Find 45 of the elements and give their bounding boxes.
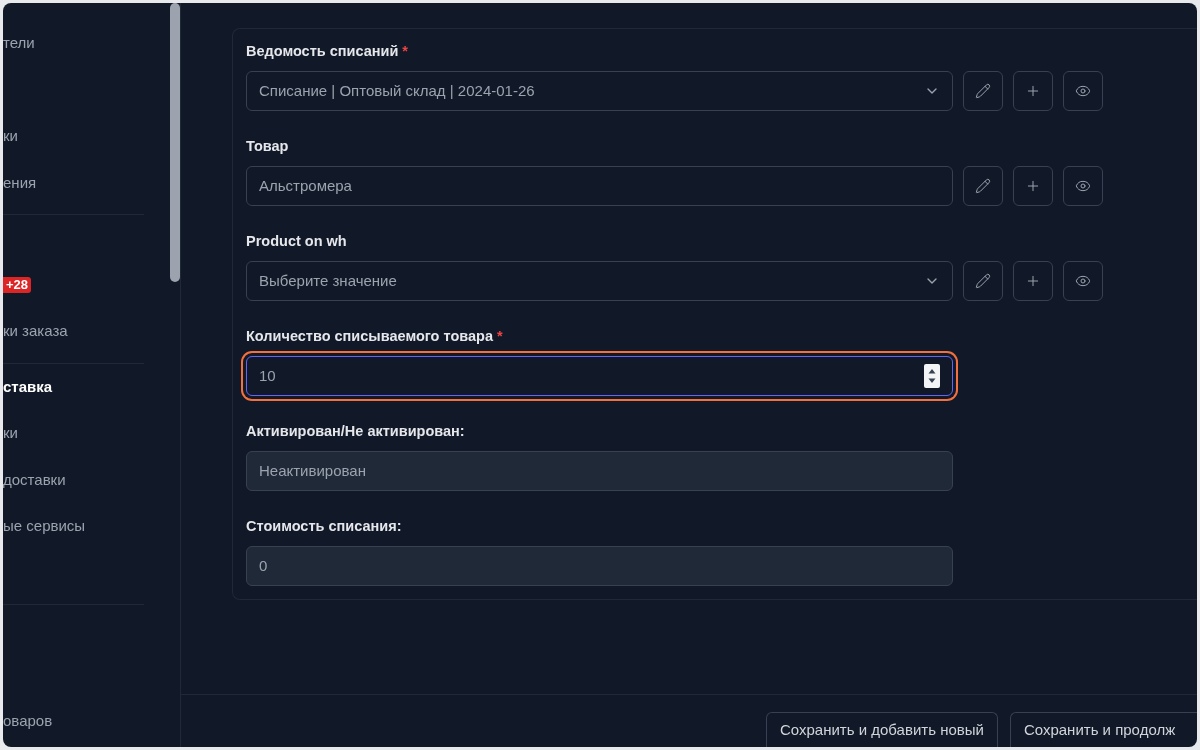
count-badge: +28: [3, 276, 32, 293]
edit-button[interactable]: [963, 261, 1003, 301]
plus-icon: [1025, 273, 1041, 289]
pencil-icon: [975, 273, 991, 289]
field-label: Product on wh: [246, 232, 347, 252]
number-spinner-icon[interactable]: [924, 364, 940, 388]
sidebar-link[interactable]: ки: [3, 423, 18, 444]
add-button[interactable]: [1013, 71, 1053, 111]
plus-icon: [1025, 83, 1041, 99]
sidebar-link[interactable]: ения: [3, 172, 37, 193]
required-mark: *: [497, 327, 503, 347]
text-field[interactable]: Альстромера: [246, 166, 953, 206]
scrollbar-thumb[interactable]: [170, 3, 180, 282]
sidebar-link[interactable]: ки заказа: [3, 321, 68, 342]
field-label: Стоимость списания:: [246, 517, 402, 537]
field-label: Количество списываемого товара: [246, 327, 493, 347]
save-button[interactable]: Сохранить и добавить новый: [766, 712, 998, 747]
field-label: Ведомость списаний: [246, 42, 399, 62]
field-label: Товар: [246, 137, 289, 157]
required-mark: *: [402, 42, 408, 62]
select-field[interactable]: Списание | Оптовый склад | 2024-01-26: [246, 71, 953, 111]
save-button[interactable]: Сохранить и продолж: [1009, 712, 1197, 747]
sidebar-link[interactable]: ставка: [3, 376, 53, 397]
view-button[interactable]: [1063, 261, 1103, 301]
readonly-field[interactable]: 0: [246, 546, 953, 586]
eye-icon: [1075, 178, 1091, 194]
plus-icon: [1025, 178, 1041, 194]
readonly-field[interactable]: Неактивирован: [246, 451, 953, 491]
pencil-icon: [975, 178, 991, 194]
sidebar-link[interactable]: ки: [3, 126, 18, 147]
view-button[interactable]: [1063, 166, 1103, 206]
field-label: Активирован/Не активирован:: [246, 422, 465, 442]
pencil-icon: [975, 83, 991, 99]
sidebar-link[interactable]: ые сервисы: [3, 516, 86, 537]
eye-icon: [1075, 273, 1091, 289]
sidebar-link[interactable]: тели: [3, 33, 35, 54]
eye-icon: [1075, 83, 1091, 99]
view-button[interactable]: [1063, 71, 1103, 111]
sidebar-link[interactable]: оваров: [3, 711, 53, 732]
add-button[interactable]: [1013, 166, 1053, 206]
add-button[interactable]: [1013, 261, 1053, 301]
edit-button[interactable]: [963, 71, 1003, 111]
sidebar-link[interactable]: доставки: [3, 469, 66, 490]
edit-button[interactable]: [963, 166, 1003, 206]
select-field[interactable]: Выберите значение: [246, 261, 953, 301]
